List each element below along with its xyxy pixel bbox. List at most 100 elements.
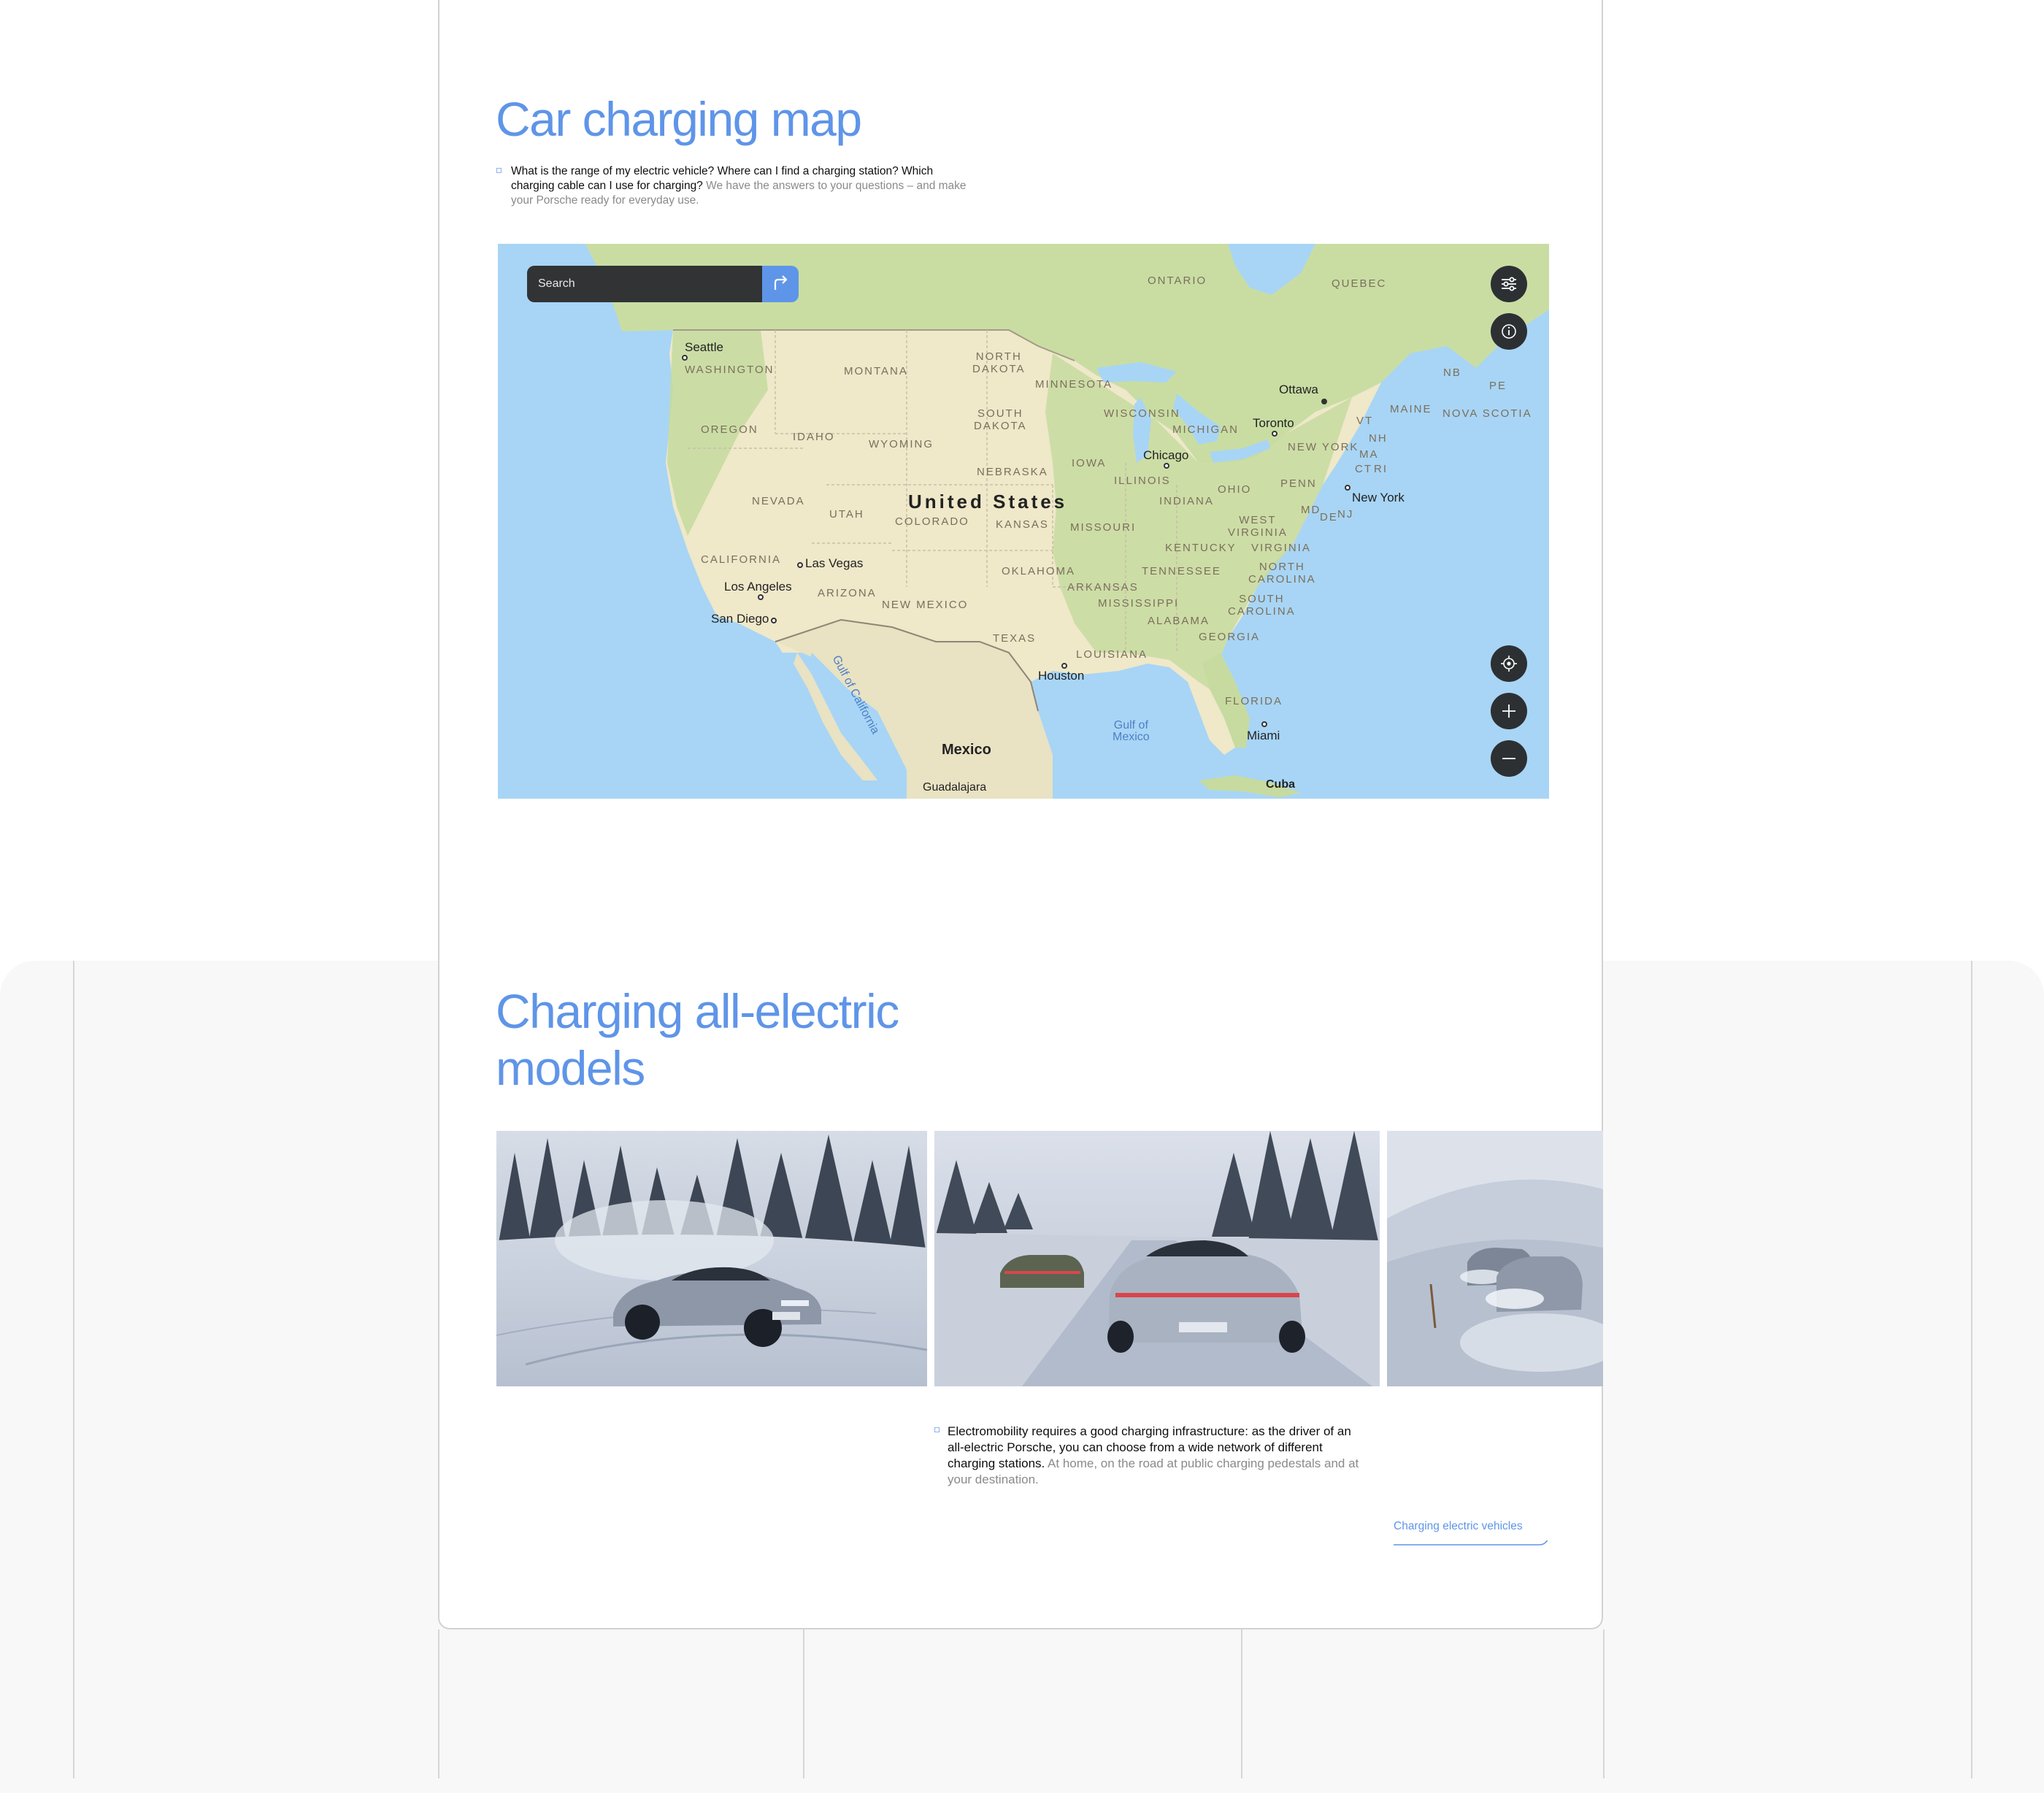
- map-label-guadalajara: Guadalajara: [923, 781, 986, 794]
- info-button[interactable]: [1491, 313, 1527, 350]
- sliders-icon: [1491, 266, 1527, 302]
- map-label-kansas: KANSAS: [996, 518, 1049, 531]
- map-label-utah: UTAH: [829, 508, 864, 521]
- map-label-tennessee: TENNESSEE: [1142, 565, 1221, 577]
- zoom-in-button[interactable]: [1491, 693, 1527, 729]
- map-label-mexico: Mexico: [942, 742, 991, 759]
- map-label-nebraska: NEBRASKA: [977, 466, 1048, 478]
- map-intro-text: What is the range of my electric vehicle…: [511, 164, 978, 208]
- porsche-taycans-snow-bend-photo: [1387, 1131, 1603, 1386]
- grid-line: [1241, 1629, 1242, 1778]
- map-section-heading: Car charging map: [496, 91, 861, 147]
- map-label-colorado: COLORADO: [895, 515, 969, 528]
- map-label-seattle: Seattle: [685, 340, 723, 355]
- city-marker: [758, 594, 764, 600]
- grid-line: [438, 1629, 439, 1778]
- route-button[interactable]: [762, 266, 799, 302]
- map-search-bar: [527, 266, 791, 302]
- map-label-michigan: MICHIGAN: [1172, 423, 1239, 436]
- city-marker: [1345, 485, 1350, 491]
- map-label-miami: Miami: [1247, 729, 1280, 743]
- map-label-arkansas: ARKANSAS: [1067, 581, 1139, 594]
- map-label-virginia: VIRGINIA: [1251, 542, 1311, 554]
- map-label-penn: PENN: [1280, 477, 1317, 490]
- locate-icon: [1491, 645, 1527, 682]
- map-label-minnesota: MINNESOTA: [1035, 378, 1113, 391]
- map-label-ri: RI: [1374, 463, 1388, 475]
- search-input[interactable]: [527, 266, 753, 302]
- gallery-photo-2[interactable]: [934, 1131, 1380, 1386]
- models-section-heading: Charging all-electric models: [496, 983, 899, 1097]
- map-label-texas: TEXAS: [993, 632, 1036, 645]
- filter-button[interactable]: [1491, 266, 1527, 302]
- map-label-wisconsin: WISCONSIN: [1104, 407, 1180, 420]
- map-label-nj: NJ: [1337, 508, 1353, 521]
- map-label-ma: MA: [1359, 448, 1379, 461]
- bullet-square-icon: [934, 1427, 940, 1432]
- map-label-cuba: Cuba: [1266, 778, 1295, 791]
- map-label-california: CALIFORNIA: [701, 553, 781, 566]
- map-label-west-virginia: WESTVIRGINIA: [1228, 514, 1288, 539]
- map-label-illinois: ILLINOIS: [1114, 475, 1171, 487]
- map-label-new-york: NEW YORK: [1288, 441, 1359, 453]
- map-label-new-mexico: NEW MEXICO: [882, 599, 968, 611]
- map-label-de: DE: [1320, 511, 1338, 523]
- grid-line: [1971, 961, 1972, 1778]
- link-label: Charging electric vehicles: [1394, 1520, 1523, 1532]
- city-marker: [1261, 721, 1267, 727]
- map-label-washington: WASHINGTON: [685, 364, 775, 376]
- map-label-united-states: United States: [908, 491, 1067, 513]
- map-label-md: MD: [1301, 504, 1321, 516]
- map-label-idaho: IDAHO: [793, 431, 835, 443]
- map-label-ontario: ONTARIO: [1148, 274, 1207, 287]
- map-label-houston: Houston: [1038, 669, 1084, 683]
- map-label-gulf-of-mexico: Gulf ofMexico: [1113, 720, 1150, 743]
- map-label-georgia: GEORGIA: [1199, 631, 1260, 643]
- map-label-las-vegas: Las Vegas: [805, 556, 863, 571]
- map-label-wyoming: WYOMING: [869, 438, 934, 450]
- city-marker: [1061, 663, 1067, 669]
- map-label-vt: VT: [1356, 415, 1373, 427]
- plus-icon: [1491, 693, 1527, 729]
- map-label-nova-scotia: NOVA SCOTIA: [1442, 407, 1532, 420]
- map-label-oregon: OREGON: [701, 423, 758, 436]
- map-label-new-york: New York: [1352, 491, 1405, 505]
- map-label-chicago: Chicago: [1143, 448, 1188, 463]
- map-label-ottawa: Ottawa: [1279, 383, 1318, 397]
- map-label-quebec: QUEBEC: [1332, 277, 1386, 290]
- link-underline-icon: [1394, 1540, 1551, 1546]
- map-label-arizona: ARIZONA: [818, 587, 877, 599]
- map-label-indiana: INDIANA: [1159, 495, 1214, 507]
- city-marker: [771, 618, 777, 623]
- capital-marker: [1321, 399, 1327, 404]
- charging-electric-vehicles-link[interactable]: Charging electric vehicles: [1394, 1520, 1551, 1545]
- map-label-kentucky: KENTUCKY: [1165, 542, 1237, 554]
- city-marker: [682, 355, 688, 361]
- models-heading-line2: models: [496, 1041, 645, 1095]
- info-icon: [1491, 313, 1527, 350]
- gallery-photo-1[interactable]: [496, 1131, 927, 1386]
- map-label-iowa: IOWA: [1072, 457, 1106, 469]
- models-heading-line1: Charging all-electric: [496, 984, 899, 1038]
- map-label-ct: CT: [1355, 463, 1372, 475]
- city-marker: [797, 562, 803, 568]
- zoom-out-button[interactable]: [1491, 740, 1527, 777]
- map-label-missouri: MISSOURI: [1070, 521, 1136, 534]
- map-label-south-carolina: SOUTHCAROLINA: [1228, 593, 1296, 618]
- map-label-toronto: Toronto: [1253, 416, 1294, 431]
- minus-icon: [1491, 740, 1527, 777]
- charging-map[interactable]: ONTARIO QUEBEC NB PE NOVA SCOTIA WASHING…: [498, 244, 1549, 799]
- map-label-north-dakota: NORTHDAKOTA: [972, 350, 1026, 375]
- map-label-florida: FLORIDA: [1225, 695, 1283, 707]
- locate-button[interactable]: [1491, 645, 1527, 682]
- city-marker: [1272, 431, 1278, 437]
- bullet-square-icon: [496, 168, 502, 173]
- map-label-south-dakota: SOUTHDAKOTA: [974, 407, 1027, 432]
- map-label-pe: PE: [1489, 380, 1507, 392]
- map-label-north-carolina: NORTHCAROLINA: [1248, 561, 1316, 585]
- gallery-photo-3[interactable]: [1387, 1131, 1603, 1386]
- map-label-alabama: ALABAMA: [1148, 615, 1210, 627]
- map-label-san-diego: San Diego: [711, 612, 769, 626]
- map-label-maine: MAINE: [1390, 403, 1432, 415]
- grid-line: [803, 1629, 804, 1778]
